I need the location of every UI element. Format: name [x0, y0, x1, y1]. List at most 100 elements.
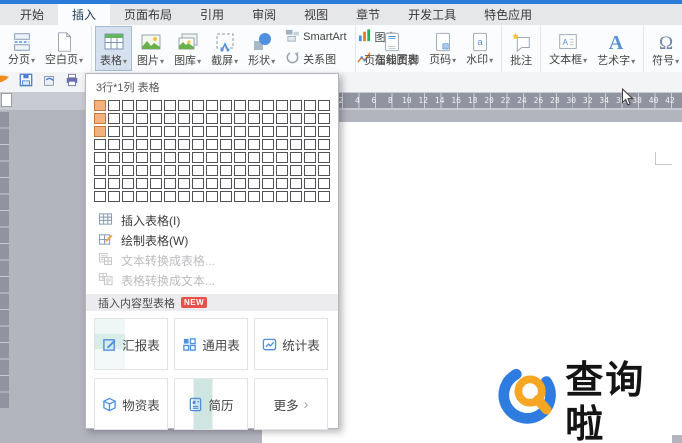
grid-cell-r8c13[interactable]: [262, 191, 274, 202]
grid-cell-r5c17[interactable]: [318, 152, 330, 163]
grid-cell-r6c11[interactable]: [234, 165, 246, 176]
tab-review[interactable]: 审阅: [238, 4, 290, 25]
grid-cell-r5c3[interactable]: [122, 152, 134, 163]
grid-cell-r5c5[interactable]: [150, 152, 162, 163]
grid-cell-r4c7[interactable]: [178, 139, 190, 150]
grid-cell-r2c17[interactable]: [318, 113, 330, 124]
grid-cell-r1c11[interactable]: [234, 100, 246, 111]
grid-cell-r4c10[interactable]: [220, 139, 232, 150]
grid-cell-r3c4[interactable]: [136, 126, 148, 137]
grid-cell-r6c15[interactable]: [290, 165, 302, 176]
grid-cell-r6c10[interactable]: [220, 165, 232, 176]
qat-button-undo[interactable]: [41, 74, 57, 90]
grid-cell-r2c15[interactable]: [290, 113, 302, 124]
grid-cell-r5c4[interactable]: [136, 152, 148, 163]
grid-cell-r8c15[interactable]: [290, 191, 302, 202]
grid-cell-r4c17[interactable]: [318, 139, 330, 150]
tab-view[interactable]: 视图: [290, 4, 342, 25]
grid-cell-r1c2[interactable]: [108, 100, 120, 111]
grid-cell-r3c1[interactable]: [94, 126, 106, 137]
grid-cell-r5c12[interactable]: [248, 152, 260, 163]
ribbon-button-blank-page[interactable]: 空白页▾: [40, 26, 88, 71]
grid-cell-r3c16[interactable]: [304, 126, 316, 137]
grid-cell-r2c1[interactable]: [94, 113, 106, 124]
grid-cell-r8c8[interactable]: [192, 191, 204, 202]
grid-cell-r2c4[interactable]: [136, 113, 148, 124]
grid-cell-r2c7[interactable]: [178, 113, 190, 124]
grid-cell-r7c13[interactable]: [262, 178, 274, 189]
grid-cell-r1c13[interactable]: [262, 100, 274, 111]
grid-cell-r5c14[interactable]: [276, 152, 288, 163]
grid-cell-r4c8[interactable]: [192, 139, 204, 150]
grid-cell-r7c5[interactable]: [150, 178, 162, 189]
grid-cell-r4c1[interactable]: [94, 139, 106, 150]
grid-cell-r2c10[interactable]: [220, 113, 232, 124]
grid-cell-r1c7[interactable]: [178, 100, 190, 111]
tab-special-features[interactable]: 特色应用: [470, 4, 546, 25]
grid-cell-r7c15[interactable]: [290, 178, 302, 189]
grid-cell-r3c10[interactable]: [220, 126, 232, 137]
grid-cell-r5c9[interactable]: [206, 152, 218, 163]
grid-cell-r2c9[interactable]: [206, 113, 218, 124]
grid-cell-r1c1[interactable]: [94, 100, 106, 111]
grid-cell-r4c16[interactable]: [304, 139, 316, 150]
grid-cell-r5c13[interactable]: [262, 152, 274, 163]
grid-cell-r4c9[interactable]: [206, 139, 218, 150]
ribbon-button-gallery[interactable]: 图库▾: [169, 26, 206, 71]
grid-cell-r6c7[interactable]: [178, 165, 190, 176]
template-card-report-table[interactable]: 汇报表: [94, 318, 168, 370]
grid-cell-r3c17[interactable]: [318, 126, 330, 137]
ribbon-button-smartart[interactable]: SmartArt: [280, 26, 351, 48]
tab-references[interactable]: 引用: [186, 4, 238, 25]
grid-cell-r2c11[interactable]: [234, 113, 246, 124]
grid-cell-r6c3[interactable]: [122, 165, 134, 176]
grid-cell-r3c7[interactable]: [178, 126, 190, 137]
grid-cell-r7c9[interactable]: [206, 178, 218, 189]
grid-cell-r8c4[interactable]: [136, 191, 148, 202]
grid-cell-r3c13[interactable]: [262, 126, 274, 137]
grid-cell-r6c6[interactable]: [164, 165, 176, 176]
grid-cell-r2c12[interactable]: [248, 113, 260, 124]
grid-cell-r8c14[interactable]: [276, 191, 288, 202]
grid-cell-r1c15[interactable]: [290, 100, 302, 111]
grid-cell-r8c5[interactable]: [150, 191, 162, 202]
grid-cell-r7c1[interactable]: [94, 178, 106, 189]
grid-cell-r1c6[interactable]: [164, 100, 176, 111]
grid-cell-r4c2[interactable]: [108, 139, 120, 150]
grid-cell-r3c9[interactable]: [206, 126, 218, 137]
grid-cell-r4c3[interactable]: [122, 139, 134, 150]
grid-cell-r1c8[interactable]: [192, 100, 204, 111]
grid-cell-r2c14[interactable]: [276, 113, 288, 124]
grid-cell-r3c12[interactable]: [248, 126, 260, 137]
grid-cell-r3c15[interactable]: [290, 126, 302, 137]
tab-home[interactable]: 开始: [6, 4, 58, 25]
ribbon-button-header-footer[interactable]: 页眉和页脚: [359, 26, 424, 71]
grid-cell-r8c3[interactable]: [122, 191, 134, 202]
template-card-stats-table[interactable]: 统计表: [254, 318, 328, 370]
tab-dev-tools[interactable]: 开发工具: [394, 4, 470, 25]
grid-cell-r2c2[interactable]: [108, 113, 120, 124]
grid-cell-r3c6[interactable]: [164, 126, 176, 137]
ribbon-button-watermark[interactable]: a 水印▾: [461, 26, 498, 71]
grid-cell-r7c17[interactable]: [318, 178, 330, 189]
grid-cell-r8c2[interactable]: [108, 191, 120, 202]
grid-cell-r1c5[interactable]: [150, 100, 162, 111]
template-card-general-table[interactable]: 通用表: [174, 318, 248, 370]
grid-cell-r1c14[interactable]: [276, 100, 288, 111]
grid-cell-r7c2[interactable]: [108, 178, 120, 189]
grid-cell-r8c9[interactable]: [206, 191, 218, 202]
grid-cell-r6c13[interactable]: [262, 165, 274, 176]
grid-cell-r5c7[interactable]: [178, 152, 190, 163]
grid-cell-r2c5[interactable]: [150, 113, 162, 124]
grid-cell-r7c12[interactable]: [248, 178, 260, 189]
grid-cell-r8c11[interactable]: [234, 191, 246, 202]
grid-cell-r3c11[interactable]: [234, 126, 246, 137]
ribbon-button-page-break[interactable]: 分页▾: [3, 26, 40, 71]
grid-cell-r8c7[interactable]: [178, 191, 190, 202]
tab-page-layout[interactable]: 页面布局: [110, 4, 186, 25]
grid-cell-r6c1[interactable]: [94, 165, 106, 176]
grid-cell-r2c3[interactable]: [122, 113, 134, 124]
ribbon-button-table[interactable]: 表格▾: [95, 26, 133, 71]
grid-cell-r8c16[interactable]: [304, 191, 316, 202]
grid-cell-r8c12[interactable]: [248, 191, 260, 202]
